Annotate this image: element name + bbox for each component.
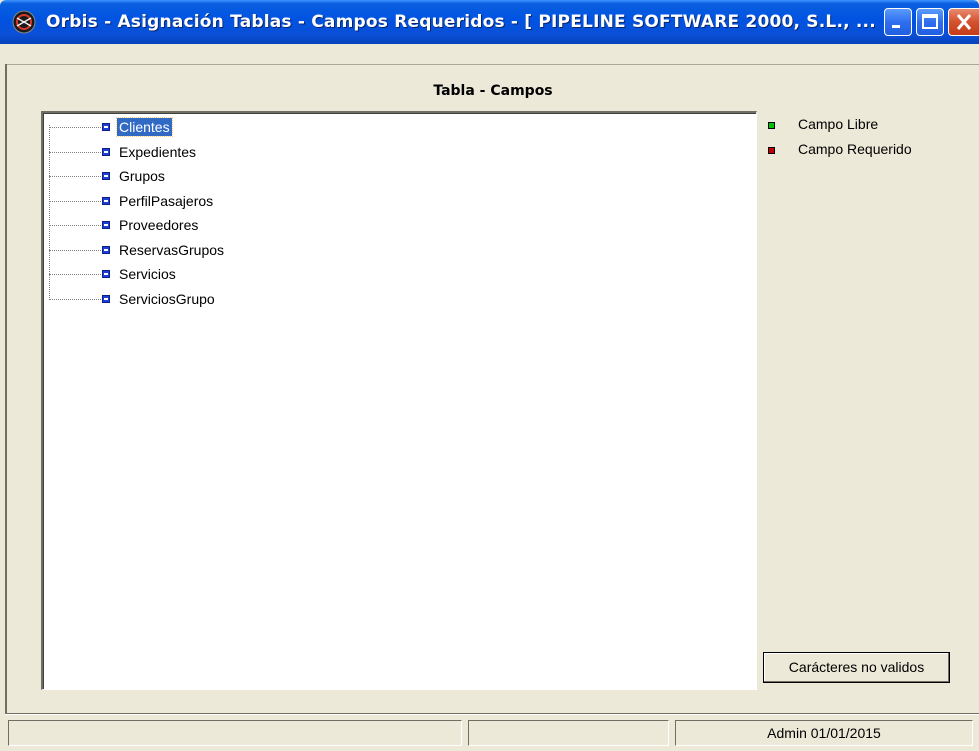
tree-item-serviciosgrupo[interactable]: ServiciosGrupo bbox=[43, 287, 443, 311]
main-window: Orbis - Asignación Tablas - Campos Reque… bbox=[0, 0, 979, 751]
tree-connector bbox=[49, 250, 101, 251]
title-bar[interactable]: Orbis - Asignación Tablas - Campos Reque… bbox=[0, 0, 979, 44]
table-node-icon bbox=[102, 221, 110, 229]
tree-item-proveedores[interactable]: Proveedores bbox=[43, 213, 443, 237]
tree-item-expedientes[interactable]: Expedientes bbox=[43, 140, 443, 164]
tree-item-label[interactable]: Servicios bbox=[117, 265, 178, 283]
tree-item-reservasgrupos[interactable]: ReservasGrupos bbox=[43, 238, 443, 262]
tree-connector bbox=[49, 201, 101, 202]
tree-connector bbox=[49, 127, 101, 128]
tree-item-perfilpasajeros[interactable]: PerfilPasajeros bbox=[43, 189, 443, 213]
frame-top-border bbox=[5, 64, 979, 65]
table-node-icon bbox=[102, 295, 110, 303]
tree-item-clientes[interactable]: Clientes bbox=[43, 115, 443, 139]
table-node-icon bbox=[102, 123, 110, 131]
tree-item-label[interactable]: Clientes bbox=[116, 117, 173, 137]
status-bar: Admin 01/01/2015 bbox=[5, 716, 979, 751]
tree-connector bbox=[49, 225, 101, 226]
window-title: Orbis - Asignación Tablas - Campos Reque… bbox=[46, 12, 876, 32]
tree-item-label[interactable]: ReservasGrupos bbox=[117, 241, 226, 259]
status-panel-2 bbox=[468, 720, 669, 746]
table-node-icon bbox=[102, 246, 110, 254]
table-tree[interactable]: Clientes Expedientes Grupos PerfilPasaje… bbox=[41, 111, 757, 690]
green-square-icon bbox=[768, 122, 775, 129]
tree-item-label[interactable]: Grupos bbox=[117, 167, 167, 185]
tree-item-servicios[interactable]: Servicios bbox=[43, 262, 443, 286]
invalid-characters-button[interactable]: Carácteres no validos bbox=[763, 652, 950, 683]
tree-item-label[interactable]: PerfilPasajeros bbox=[117, 192, 215, 210]
panel-title: Tabla - Campos bbox=[433, 83, 553, 99]
tree-connector bbox=[49, 176, 101, 177]
red-square-icon bbox=[768, 147, 775, 154]
tree-item-grupos[interactable]: Grupos bbox=[43, 164, 443, 188]
table-node-icon bbox=[102, 148, 110, 156]
maximize-icon bbox=[922, 14, 938, 29]
status-separator bbox=[5, 713, 979, 715]
status-panel-user-date: Admin 01/01/2015 bbox=[675, 720, 973, 746]
frame-left-border bbox=[5, 64, 7, 714]
tree-item-label[interactable]: Expedientes bbox=[117, 143, 198, 161]
tree-connector bbox=[49, 299, 101, 300]
orbis-app-icon[interactable] bbox=[12, 10, 36, 34]
tree-item-label[interactable]: ServiciosGrupo bbox=[117, 290, 217, 308]
table-node-icon bbox=[102, 270, 110, 278]
maximize-button[interactable] bbox=[916, 8, 944, 36]
close-button[interactable] bbox=[948, 8, 979, 36]
minimize-button[interactable] bbox=[884, 8, 912, 36]
legend-label: Campo Libre bbox=[798, 116, 879, 132]
close-icon bbox=[956, 14, 972, 30]
tree-connector bbox=[49, 152, 101, 153]
legend-label: Campo Requerido bbox=[798, 141, 912, 157]
status-panel-1 bbox=[8, 720, 462, 746]
tree-item-label[interactable]: Proveedores bbox=[117, 216, 200, 234]
minimize-icon bbox=[892, 25, 900, 28]
table-node-icon bbox=[102, 197, 110, 205]
table-node-icon bbox=[102, 172, 110, 180]
tree-connector bbox=[49, 274, 101, 275]
